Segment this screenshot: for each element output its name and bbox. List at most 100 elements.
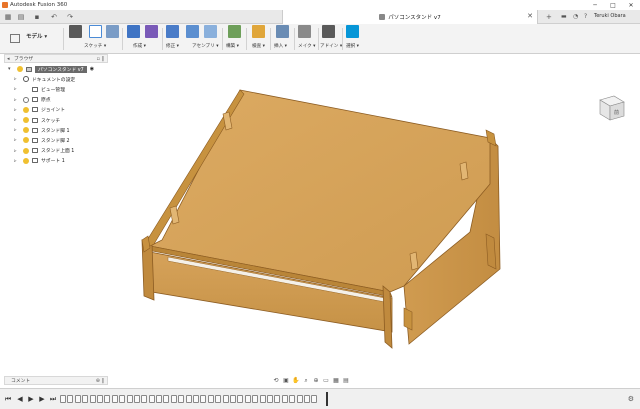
timeline-feature-icon[interactable]	[303, 395, 310, 403]
go-to-end-icon[interactable]: ⏭	[49, 395, 57, 404]
timeline-feature-icon[interactable]	[244, 395, 251, 403]
timeline-feature-icon[interactable]	[200, 395, 207, 403]
tree-item-component[interactable]: ▹ スタンド脚 2	[8, 135, 108, 145]
tree-item-component[interactable]: ▹ サポート 1	[8, 156, 108, 166]
play-icon[interactable]: ▶	[27, 395, 35, 403]
joint-icon[interactable]	[228, 25, 241, 38]
timeline-feature-icon[interactable]	[274, 395, 281, 403]
tab-close-icon[interactable]: ✕	[527, 12, 533, 20]
timeline-feature-icon[interactable]	[311, 395, 318, 403]
toolbar-group-addins[interactable]: アドイン ▾	[320, 43, 342, 49]
expand-triangle-icon[interactable]: ▹	[14, 117, 20, 123]
collapse-icon[interactable]: ◂	[7, 56, 10, 62]
timeline-feature-icon[interactable]	[289, 395, 296, 403]
toolbar-group-construct[interactable]: 構築 ▾	[226, 43, 239, 49]
timeline-feature-icon[interactable]	[133, 395, 140, 403]
tree-item-origin[interactable]: ▹ 原点	[8, 95, 108, 105]
timeline-feature-icon[interactable]	[222, 395, 229, 403]
document-tab[interactable]: パソコンスタンド v7 ✕	[282, 10, 538, 24]
timeline-feature-icon[interactable]	[237, 395, 244, 403]
3d-print-icon[interactable]	[322, 25, 335, 38]
zoom-window-icon[interactable]: ⊕	[312, 377, 320, 385]
new-component-icon[interactable]	[204, 25, 217, 38]
timeline-feature-icon[interactable]	[104, 395, 111, 403]
expand-triangle-icon[interactable]: ▹	[14, 76, 20, 82]
timeline-feature-icon[interactable]	[229, 395, 236, 403]
browser-panel-header[interactable]: ◂ ブラウザ ▫ ‖	[4, 54, 108, 63]
add-comment-icon[interactable]: ⊕ ‖	[96, 378, 104, 384]
timeline-feature-icon[interactable]	[74, 395, 81, 403]
orbit-icon[interactable]: ⟲	[272, 377, 280, 385]
offset-plane-icon[interactable]	[252, 25, 265, 38]
expand-triangle-icon[interactable]: ▹	[14, 86, 20, 92]
visibility-bulb-icon[interactable]	[17, 66, 23, 73]
toolbar-group-select[interactable]: 選択 ▾	[346, 43, 359, 49]
expand-triangle-icon[interactable]: ▹	[14, 148, 20, 154]
tree-item-sketches[interactable]: ▹ スケッチ	[8, 115, 108, 125]
timeline-marker[interactable]	[326, 392, 328, 406]
timeline-feature-icon[interactable]	[207, 395, 214, 403]
tree-item-component[interactable]: ▹ スタンド脚 1	[8, 125, 108, 135]
tree-item-named-views[interactable]: ▹ ビュー管理	[8, 84, 108, 94]
sketch-line-icon[interactable]	[89, 25, 102, 38]
toolbar-group-create[interactable]: 作成 ▾	[133, 43, 146, 49]
timeline-feature-icon[interactable]	[215, 395, 222, 403]
timeline-feature-icon[interactable]	[252, 395, 259, 403]
timeline-feature-icon[interactable]	[185, 395, 192, 403]
toolbar-group-assemble[interactable]: アセンブリ ▾	[192, 43, 219, 49]
finish-sketch-icon[interactable]	[106, 25, 119, 38]
timeline-settings-icon[interactable]: ⚙	[628, 395, 634, 403]
user-name[interactable]: Teruki Obara	[594, 13, 626, 19]
timeline-feature-icon[interactable]	[156, 395, 163, 403]
help-icon[interactable]: ?	[584, 13, 587, 20]
pan-icon[interactable]: ✋	[292, 377, 300, 385]
step-back-icon[interactable]: ◀	[16, 395, 24, 403]
tree-item-document-settings[interactable]: ▹ ドキュメントの設定	[8, 74, 108, 84]
maximize-button[interactable]: □	[604, 0, 622, 10]
expand-triangle-icon[interactable]: ▹	[14, 137, 20, 143]
visibility-bulb-icon[interactable]	[23, 127, 29, 134]
zoom-icon[interactable]: ⌕	[302, 377, 310, 385]
toolbar-group-insert[interactable]: 挿入 ▾	[274, 43, 287, 49]
timeline-feature-icon[interactable]	[266, 395, 273, 403]
timeline-feature-icon[interactable]	[296, 395, 303, 403]
redo-icon[interactable]: ↷	[66, 13, 74, 21]
expand-triangle-icon[interactable]: ▾	[8, 66, 14, 72]
grid-settings-icon[interactable]: ▦	[332, 377, 340, 385]
timeline-feature-icon[interactable]	[148, 395, 155, 403]
notifications-icon[interactable]: ◔	[573, 13, 578, 20]
toolbar-group-inspect[interactable]: 検査 ▾	[252, 43, 265, 49]
timeline-feature-icon[interactable]	[60, 395, 66, 403]
tree-item-component[interactable]: ▹ スタンド上面 1	[8, 146, 108, 156]
new-tab-icon[interactable]: +	[546, 13, 552, 21]
timeline-feature-icon[interactable]	[126, 395, 133, 403]
visibility-bulb-icon[interactable]	[23, 147, 29, 154]
viewcube[interactable]: 前	[596, 92, 626, 124]
measure-icon[interactable]	[276, 25, 289, 38]
job-status-icon[interactable]: ▬	[561, 13, 567, 20]
display-settings-icon[interactable]: ▭	[322, 377, 330, 385]
close-button[interactable]: ✕	[622, 0, 640, 10]
tree-item-joints[interactable]: ▹ ジョイント	[8, 105, 108, 115]
timeline-feature-icon[interactable]	[170, 395, 177, 403]
timeline-feature-icon[interactable]	[193, 395, 200, 403]
timeline-feature-icon[interactable]	[259, 395, 266, 403]
timeline-feature-icon[interactable]	[178, 395, 185, 403]
tree-item-root[interactable]: ▾ パソコンスタンド v7 ◉	[8, 64, 108, 74]
create-sketch-icon[interactable]	[69, 25, 82, 38]
visibility-bulb-icon[interactable]	[23, 137, 29, 144]
press-pull-icon[interactable]	[166, 25, 179, 38]
expand-triangle-icon[interactable]: ▹	[14, 158, 20, 164]
file-menu-icon[interactable]: ▤	[17, 13, 25, 21]
save-icon[interactable]: ▪	[33, 13, 41, 21]
comments-panel[interactable]: コメント ⊕ ‖	[4, 376, 108, 385]
visibility-bulb-icon[interactable]	[23, 157, 29, 164]
timeline-feature-icon[interactable]	[163, 395, 170, 403]
visibility-bulb-icon[interactable]	[23, 106, 29, 113]
toolbar-group-modify[interactable]: 修正 ▾	[166, 43, 179, 49]
timeline-feature-icon[interactable]	[111, 395, 118, 403]
visibility-bulb-icon[interactable]	[23, 117, 29, 124]
timeline-feature-icon[interactable]	[281, 395, 288, 403]
timeline-feature-icon[interactable]	[82, 395, 89, 403]
form-icon[interactable]	[145, 25, 158, 38]
